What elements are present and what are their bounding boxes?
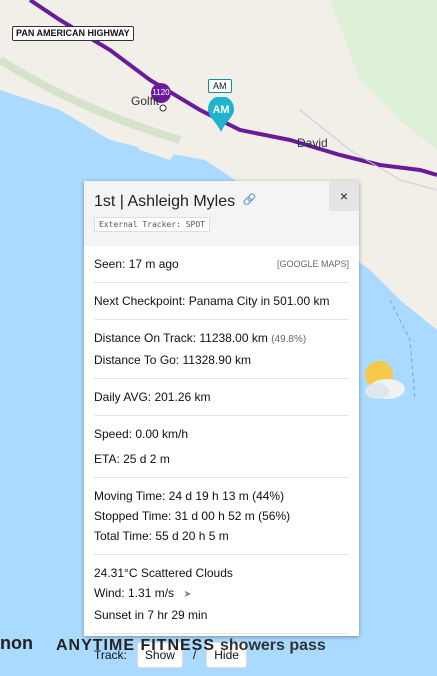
google-maps-link[interactable]: [GOOGLE MAPS] [277, 254, 349, 274]
rider-marker-text: AM [212, 104, 230, 116]
total-time: Total Time: 55 d 20 h 5 m [94, 529, 229, 543]
distance-to-go: Distance To Go: 11328.90 km [94, 353, 251, 367]
hide-track-button[interactable]: Hide [206, 642, 247, 668]
track-separator: / [192, 648, 197, 662]
city-label-golfito: Golfit [131, 94, 160, 108]
wind-direction-icon: ➤ [183, 589, 192, 600]
distance-percent: (49.8%) [271, 334, 307, 345]
daily-avg-section: Daily AVG: 201.26 km [94, 379, 349, 416]
speed-section: Speed: 0.00 km/h ETA: 25 d 2 m [94, 416, 349, 478]
rider-popup: 1st | Ashleigh Myles 🔗 External Tracker:… [84, 181, 359, 668]
distance-on-track: Distance On Track: 11238.00 km [94, 331, 268, 345]
weather-text: 24.31°C Scattered Clouds [94, 566, 233, 580]
popup-header: 1st | Ashleigh Myles 🔗 External Tracker:… [84, 181, 359, 246]
wind-text: Wind: 1.31 m/s [94, 586, 175, 600]
distance-section: Distance On Track: 11238.00 km (49.8%) D… [94, 320, 349, 379]
rider-marker-label: AM [208, 79, 232, 93]
checkpoint-section: Next Checkpoint: Panama City in 501.00 k… [94, 283, 349, 320]
partly-cloudy-icon [365, 361, 405, 399]
daily-avg: Daily AVG: 201.26 km [94, 390, 211, 404]
show-track-button[interactable]: Show [136, 642, 183, 668]
seen-text: Seen: 17 m ago [94, 257, 179, 271]
sunset-text: Sunset in 7 hr 29 min [94, 608, 208, 622]
weather-section: 24.31°C Scattered Clouds Wind: 1.31 m/s … [94, 555, 349, 634]
track-label: Track: [94, 648, 127, 662]
eta: ETA: 25 d 2 m [94, 452, 170, 466]
close-button[interactable]: × [329, 181, 359, 211]
time-section: Moving Time: 24 d 19 h 13 m (44%) Stoppe… [94, 478, 349, 555]
seen-section: Seen: 17 m ago [GOOGLE MAPS] [94, 246, 349, 283]
moving-time: Moving Time: 24 d 19 h 13 m (44%) [94, 489, 285, 503]
tracker-chip: External Tracker: SPOT [94, 217, 210, 232]
popup-title[interactable]: 1st | Ashleigh Myles [94, 193, 235, 210]
speed: Speed: 0.00 km/h [94, 427, 189, 441]
stopped-time: Stopped Time: 31 d 00 h 52 m (56%) [94, 509, 291, 523]
next-checkpoint: Next Checkpoint: Panama City in 501.00 k… [94, 294, 330, 308]
track-controls: Track: Show / Hide [94, 634, 349, 676]
city-label-david: David [297, 136, 328, 150]
link-icon[interactable]: 🔗 [243, 194, 257, 206]
highway-label: PAN AMERICAN HIGHWAY [12, 26, 134, 41]
